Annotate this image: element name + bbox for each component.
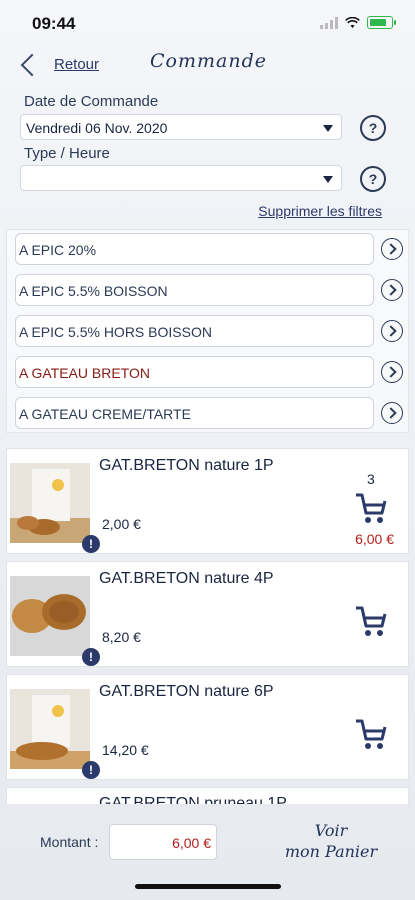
product-price: 8,20 € xyxy=(102,629,141,645)
battery-icon xyxy=(367,16,396,29)
product-card[interactable]: GAT.BRETON nature 6P 14,20 € ! xyxy=(6,674,409,780)
product-name: GAT.BRETON nature 6P xyxy=(99,683,274,700)
product-card[interactable]: GAT.BRETON nature 1P 2,00 € ! 3 6,00 € xyxy=(6,448,409,554)
cart-quantity: 3 xyxy=(367,471,375,487)
category-row[interactable]: A GATEAU CREME/TARTE xyxy=(15,397,374,429)
info-icon[interactable]: ! xyxy=(82,761,100,779)
chevron-right-circle-icon[interactable] xyxy=(381,361,403,383)
amount-field: 6,00 € xyxy=(109,824,217,860)
category-label: A GATEAU CREME/TARTE xyxy=(19,406,191,422)
product-name: GAT.BRETON nature 1P xyxy=(99,457,274,474)
info-icon[interactable]: ! xyxy=(82,535,100,553)
date-help-icon[interactable]: ? xyxy=(360,115,386,141)
status-bar: 09:44 xyxy=(0,0,415,46)
product-image xyxy=(10,463,90,543)
category-label: A EPIC 5.5% HORS BOISSON xyxy=(19,324,212,340)
page-title: Commande xyxy=(150,50,267,72)
date-label: Date de Commande xyxy=(24,93,159,110)
back-label: Retour xyxy=(54,56,100,73)
product-image xyxy=(10,689,90,769)
chevron-right-circle-icon[interactable] xyxy=(381,320,403,342)
product-list: GAT.BRETON nature 1P 2,00 € ! 3 6,00 € G… xyxy=(6,442,409,804)
view-cart-line2: mon Panier xyxy=(284,842,378,861)
chevron-right-circle-icon[interactable] xyxy=(381,402,403,424)
date-select-value: Vendredi 06 Nov. 2020 xyxy=(26,120,168,136)
category-label: A EPIC 5.5% BOISSON xyxy=(19,283,168,299)
amount-label: Montant : xyxy=(40,834,99,850)
product-name: GAT.BRETON pruneau 1P xyxy=(99,795,287,804)
product-image xyxy=(10,576,90,656)
info-icon[interactable]: ! xyxy=(82,648,100,666)
category-label: A EPIC 20% xyxy=(19,242,97,258)
cart-icon[interactable] xyxy=(355,717,387,751)
type-help-icon[interactable]: ? xyxy=(360,166,386,192)
caret-down-icon xyxy=(323,125,333,132)
chevron-left-icon xyxy=(20,53,44,76)
caret-down-icon xyxy=(323,176,333,183)
category-row[interactable]: A EPIC 20% xyxy=(15,233,374,265)
back-button[interactable]: Retour xyxy=(18,53,100,76)
category-row[interactable]: A EPIC 5.5% BOISSON xyxy=(15,274,374,306)
chevron-right-circle-icon[interactable] xyxy=(381,279,403,301)
amount-value: 6,00 € xyxy=(172,835,211,851)
wifi-icon xyxy=(345,16,360,28)
cart-icon[interactable] xyxy=(355,491,387,525)
type-select[interactable] xyxy=(20,165,342,191)
product-price: 2,00 € xyxy=(102,516,141,532)
line-total: 6,00 € xyxy=(355,531,394,547)
category-label: A GATEAU BRETON xyxy=(19,365,150,381)
footer: Montant : 6,00 € Voir mon Panier xyxy=(0,806,415,900)
date-select[interactable]: Vendredi 06 Nov. 2020 xyxy=(20,114,342,140)
category-list: A EPIC 20% A EPIC 5.5% BOISSON A EPIC 5.… xyxy=(6,229,409,433)
status-time: 09:44 xyxy=(32,14,76,33)
category-row[interactable]: A EPIC 5.5% HORS BOISSON xyxy=(15,315,374,347)
clear-filters-link[interactable]: Supprimer les filtres xyxy=(258,203,382,219)
type-label: Type / Heure xyxy=(24,145,110,162)
chevron-right-circle-icon[interactable] xyxy=(381,238,403,260)
cart-icon[interactable] xyxy=(355,604,387,638)
view-cart-button[interactable]: Voir mon Panier xyxy=(276,820,386,862)
view-cart-line1: Voir xyxy=(314,821,348,840)
signal-icon xyxy=(320,16,338,29)
category-row-selected[interactable]: A GATEAU BRETON xyxy=(15,356,374,388)
status-icons xyxy=(320,16,396,29)
product-card[interactable]: GAT.BRETON pruneau 1P xyxy=(6,787,409,804)
product-card[interactable]: GAT.BRETON nature 4P 8,20 € ! xyxy=(6,561,409,667)
home-indicator[interactable] xyxy=(135,884,281,889)
product-name: GAT.BRETON nature 4P xyxy=(99,570,274,587)
product-price: 14,20 € xyxy=(102,742,149,758)
